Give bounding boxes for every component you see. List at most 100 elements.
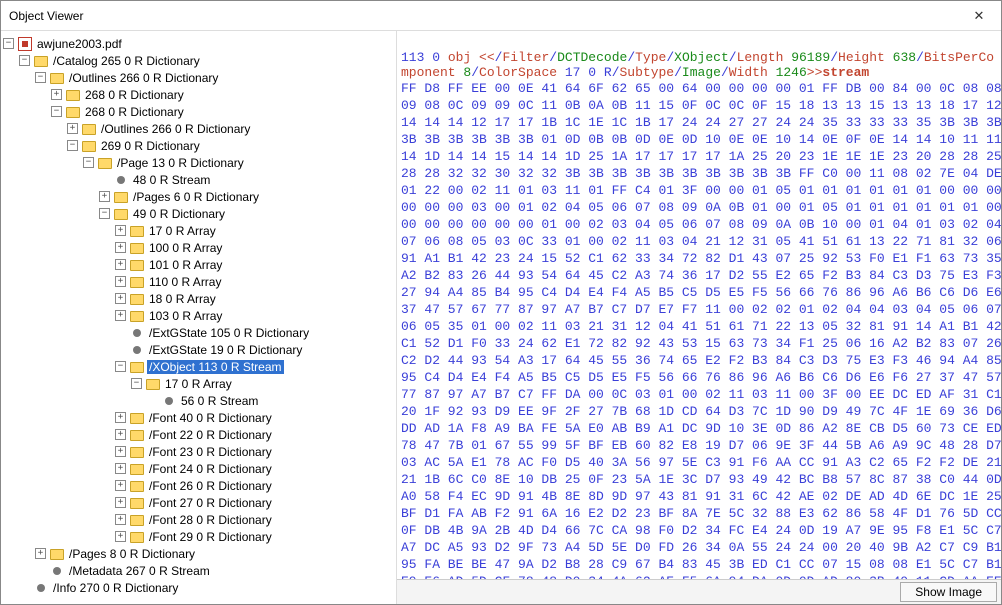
tree-label: /Font 29 0 R Dictionary [147, 530, 274, 544]
tree-item[interactable]: +/Font 27 0 R Dictionary [115, 494, 394, 511]
object-header: 113 0 obj <</Filter/DCTDecode/Type/XObje… [401, 50, 997, 80]
folder-icon [130, 362, 144, 373]
tree-item-outlines[interactable]: − /Outlines 266 0 R Dictionary [35, 69, 394, 86]
stream-icon [117, 176, 125, 184]
tree-item[interactable]: +18 0 R Array [115, 290, 394, 307]
tree-item[interactable]: /ExtGState 105 0 R Dictionary [115, 324, 394, 341]
tree-item[interactable]: + /Pages 8 0 R Dictionary [35, 545, 394, 562]
collapse-icon[interactable]: − [3, 38, 14, 49]
tree-root[interactable]: − awjune2003.pdf [3, 35, 394, 52]
close-button[interactable]: ✕ [957, 1, 1001, 31]
tree-item[interactable]: +/Pages 6 0 R Dictionary [99, 188, 394, 205]
tree-item[interactable]: − 269 0 R Dictionary [67, 137, 394, 154]
tree-item[interactable]: 48 0 R Stream [99, 171, 394, 188]
tree-item-catalog[interactable]: − /Catalog 265 0 R Dictionary [19, 52, 394, 69]
collapse-icon[interactable]: − [99, 208, 110, 219]
expand-icon[interactable]: + [115, 293, 126, 304]
tree-item[interactable]: +/Font 28 0 R Dictionary [115, 511, 394, 528]
expand-icon[interactable]: + [67, 123, 78, 134]
expand-icon[interactable]: + [115, 429, 126, 440]
collapse-icon[interactable]: − [67, 140, 78, 151]
expand-icon[interactable]: + [115, 242, 126, 253]
expand-icon[interactable]: + [115, 514, 126, 525]
expand-icon[interactable]: + [115, 310, 126, 321]
folder-icon [130, 294, 144, 305]
tree-item[interactable]: +101 0 R Array [115, 256, 394, 273]
tree-item[interactable]: 56 0 R Stream [147, 392, 394, 409]
folder-icon [66, 90, 80, 101]
dict-icon [37, 584, 45, 592]
expand-icon[interactable]: + [115, 276, 126, 287]
tree-item-selected[interactable]: − /XObject 113 0 R Stream [115, 358, 394, 375]
folder-icon [34, 56, 48, 67]
tree-item[interactable]: +17 0 R Array [115, 222, 394, 239]
tree-item[interactable]: + 268 0 R Dictionary [51, 86, 394, 103]
tree-label: 18 0 R Array [147, 292, 218, 306]
tree-item[interactable]: /Metadata 267 0 R Stream [35, 562, 394, 579]
folder-icon [50, 73, 64, 84]
expand-icon[interactable]: + [115, 480, 126, 491]
folder-icon [130, 260, 144, 271]
collapse-icon[interactable]: − [83, 157, 94, 168]
expand-icon[interactable]: + [115, 497, 126, 508]
expand-icon[interactable]: + [115, 259, 126, 270]
tree-label: /Pages 8 0 R Dictionary [67, 547, 197, 561]
tree-label: /Font 22 0 R Dictionary [147, 428, 274, 442]
tree-item[interactable]: +110 0 R Array [115, 273, 394, 290]
tree-label: 49 0 R Dictionary [131, 207, 227, 221]
collapse-icon[interactable]: − [35, 72, 46, 83]
tree-item[interactable]: + /Font 26 0 R Dictionary [115, 477, 394, 494]
stream-icon [53, 567, 61, 575]
folder-icon [130, 515, 144, 526]
tree-label: /Outlines 266 0 R Dictionary [67, 71, 220, 85]
titlebar: Object Viewer ✕ [1, 1, 1001, 31]
collapse-icon[interactable]: − [115, 361, 126, 372]
tree-item[interactable]: /Info 270 0 R Dictionary [19, 579, 394, 596]
tree-label: /Font 26 0 R Dictionary [147, 479, 274, 493]
expand-icon[interactable]: + [115, 412, 126, 423]
object-viewer-window: Object Viewer ✕ − awjune2003.pdf [0, 0, 1002, 605]
tree-label: /Metadata 267 0 R Stream [67, 564, 212, 578]
tree-item[interactable]: +103 0 R Array [115, 307, 394, 324]
show-image-button[interactable]: Show Image [900, 582, 997, 602]
folder-icon [130, 447, 144, 458]
expand-icon[interactable]: + [115, 463, 126, 474]
folder-icon [50, 549, 64, 560]
tree-label: 17 0 R Array [147, 224, 218, 238]
expand-icon[interactable]: + [115, 446, 126, 457]
expand-icon[interactable]: + [35, 548, 46, 559]
collapse-icon[interactable]: − [131, 378, 142, 389]
tree-label: 269 0 R Dictionary [99, 139, 202, 153]
tree-label: /ExtGState 105 0 R Dictionary [147, 326, 311, 340]
tree-label: /XObject 113 0 R Stream [147, 360, 284, 374]
tree-label: /Catalog 265 0 R Dictionary [51, 54, 202, 68]
expand-icon[interactable]: + [115, 531, 126, 542]
hex-view[interactable]: 113 0 obj <</Filter/DCTDecode/Type/XObje… [397, 31, 1001, 579]
collapse-icon[interactable]: − [19, 55, 30, 66]
tree-item[interactable]: /ExtGState 19 0 R Dictionary [115, 341, 394, 358]
tree-label: /Info 270 0 R Dictionary [51, 581, 180, 595]
collapse-icon[interactable]: − [51, 106, 62, 117]
tree-item[interactable]: − 268 0 R Dictionary [51, 103, 394, 120]
folder-icon [130, 277, 144, 288]
tree-item[interactable]: + /Font 40 0 R Dictionary [115, 409, 394, 426]
folder-icon [82, 141, 96, 152]
tree-pane[interactable]: − awjune2003.pdf − /Catalog 265 0 R Dict… [1, 31, 397, 604]
object-tree: − awjune2003.pdf − /Catalog 265 0 R Dict… [3, 35, 394, 596]
tree-item[interactable]: − 49 0 R Dictionary [99, 205, 394, 222]
tree-label: /Font 23 0 R Dictionary [147, 445, 274, 459]
tree-item[interactable]: − /Page 13 0 R Dictionary [83, 154, 394, 171]
expand-icon[interactable]: + [51, 89, 62, 100]
tree-item[interactable]: +100 0 R Array [115, 239, 394, 256]
tree-item[interactable]: + /Font 22 0 R Dictionary [115, 426, 394, 443]
expand-icon[interactable]: + [115, 225, 126, 236]
tree-item[interactable]: −17 0 R Array [131, 375, 394, 392]
expand-icon[interactable]: + [99, 191, 110, 202]
tree-item[interactable]: + /Font 29 0 R Dictionary [115, 528, 394, 545]
folder-icon [114, 192, 128, 203]
tree-label: /Font 40 0 R Dictionary [147, 411, 274, 425]
pdf-icon [18, 37, 32, 51]
tree-item[interactable]: + /Outlines 266 0 R Dictionary [67, 120, 394, 137]
tree-item[interactable]: +/Font 24 0 R Dictionary [115, 460, 394, 477]
tree-item[interactable]: + /Font 23 0 R Dictionary [115, 443, 394, 460]
